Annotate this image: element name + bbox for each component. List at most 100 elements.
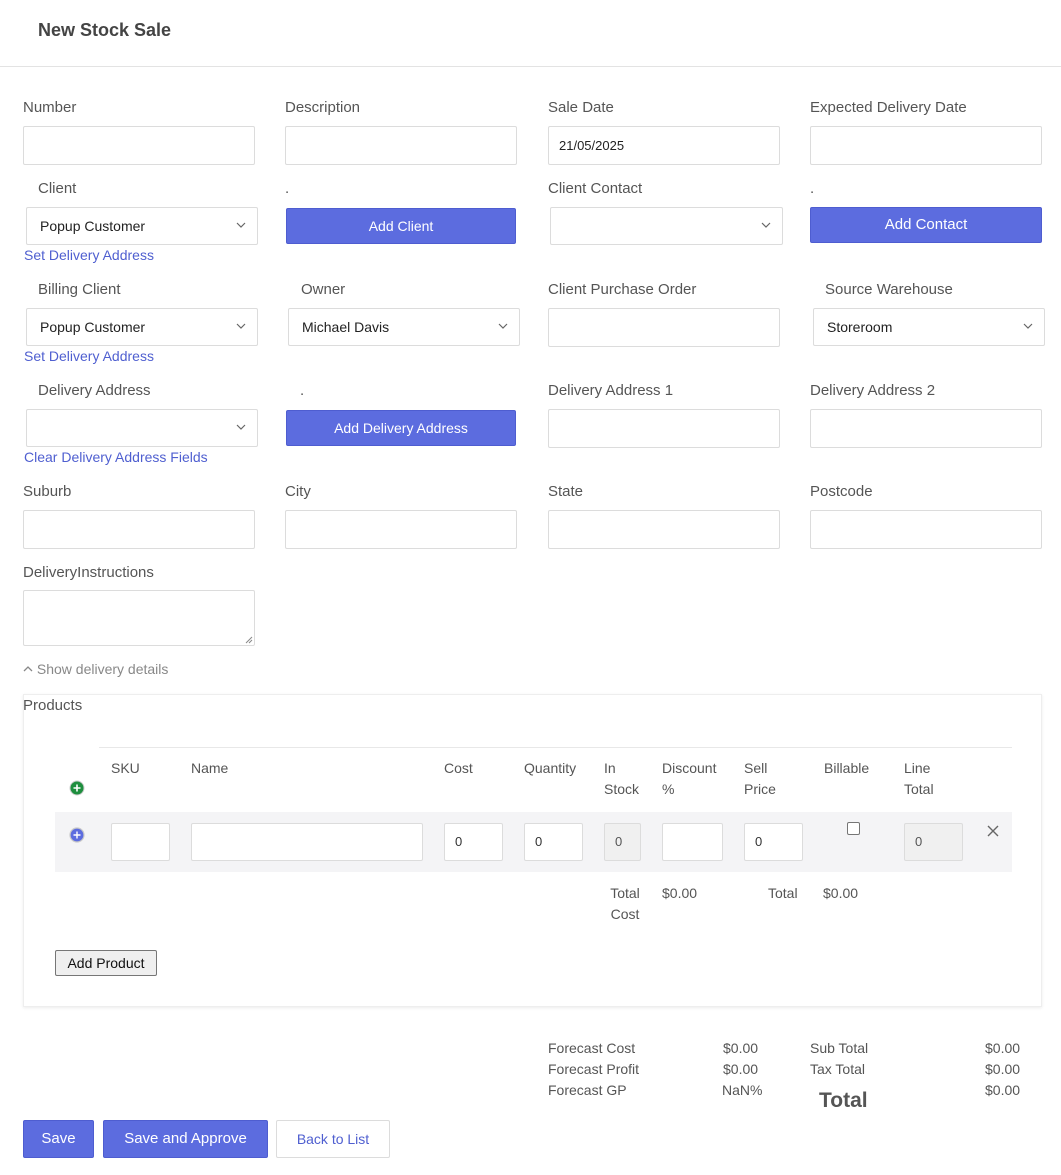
add-delivery-address-button[interactable]: Add Delivery Address xyxy=(286,410,516,446)
city-input[interactable] xyxy=(285,510,517,549)
billing-client-value: Popup Customer xyxy=(40,319,146,335)
cost-input[interactable]: 0 xyxy=(444,823,503,861)
add-client-button[interactable]: Add Client xyxy=(286,208,516,244)
forecast-cost-label: Forecast Cost xyxy=(548,1040,636,1056)
col-line-total: Line Total xyxy=(904,758,934,800)
col-sell-price-line2: Price xyxy=(744,781,776,797)
expected-delivery-date-input[interactable] xyxy=(810,126,1042,165)
grand-total-label: Total xyxy=(819,1089,868,1112)
table-row: 0 0 0 0 0 xyxy=(55,812,1012,872)
col-sku: SKU xyxy=(111,760,140,776)
sku-input[interactable] xyxy=(111,823,170,861)
billing-client-select[interactable]: Popup Customer xyxy=(26,308,258,346)
total-cost-label-line2: Cost xyxy=(610,906,640,922)
forecast-gp-value: NaN% xyxy=(722,1082,763,1098)
add-contact-button[interactable]: Add Contact xyxy=(810,207,1042,243)
sub-total-value: $0.00 xyxy=(985,1040,1021,1056)
state-input[interactable] xyxy=(548,510,780,549)
col-discount: Discount % xyxy=(662,758,716,800)
line-total-value: 0 xyxy=(904,823,963,861)
postcode-input[interactable] xyxy=(810,510,1042,549)
state-label: State xyxy=(548,483,584,500)
owner-value: Michael Davis xyxy=(302,319,390,335)
insert-row-plus-icon[interactable] xyxy=(69,827,85,843)
client-purchase-order-label: Client Purchase Order xyxy=(548,281,697,298)
quantity-input[interactable]: 0 xyxy=(524,823,583,861)
client-purchase-order-input[interactable] xyxy=(548,308,780,347)
owner-select[interactable]: Michael Davis xyxy=(288,308,520,346)
total-cost-value: $0.00 xyxy=(662,885,698,901)
delivery-address-1-input[interactable] xyxy=(548,409,780,448)
client-select-value: Popup Customer xyxy=(40,218,146,234)
delivery-address-2-input[interactable] xyxy=(810,409,1042,448)
owner-label: Owner xyxy=(301,281,346,298)
source-warehouse-value: Storeroom xyxy=(827,319,893,335)
chevron-down-icon xyxy=(1023,323,1033,329)
add-delivery-address-dot: . xyxy=(300,382,305,399)
source-warehouse-select[interactable]: Storeroom xyxy=(813,308,1045,346)
delivery-address-1-label: Delivery Address 1 xyxy=(548,382,674,399)
textarea-resize-handle-icon[interactable] xyxy=(245,636,253,644)
products-total-label: Total xyxy=(768,885,798,901)
close-icon[interactable] xyxy=(987,825,999,837)
chevron-down-icon xyxy=(236,323,246,329)
description-label: Description xyxy=(285,99,361,116)
suburb-label: Suburb xyxy=(23,483,72,500)
products-total-value: $0.00 xyxy=(823,885,859,901)
sell-price-input[interactable]: 0 xyxy=(744,823,803,861)
chevron-down-icon xyxy=(498,323,508,329)
save-and-approve-button[interactable]: Save and Approve xyxy=(103,1120,268,1158)
page-header: New Stock Sale xyxy=(0,0,1061,67)
number-input[interactable] xyxy=(23,126,255,165)
chevron-down-icon xyxy=(761,222,771,228)
chevron-up-icon xyxy=(23,665,33,672)
add-product-button[interactable]: Add Product xyxy=(55,950,157,976)
add-row-plus-icon[interactable] xyxy=(69,780,85,796)
col-cost: Cost xyxy=(444,760,473,776)
forecast-profit-label: Forecast Profit xyxy=(548,1061,640,1077)
show-delivery-details-label: Show delivery details xyxy=(36,661,169,677)
tax-total-label: Tax Total xyxy=(810,1061,865,1077)
tax-total-value: $0.00 xyxy=(985,1061,1021,1077)
client-select[interactable]: Popup Customer xyxy=(26,207,258,245)
client-contact-select[interactable] xyxy=(550,207,783,245)
sale-date-input[interactable]: 21/05/2025 xyxy=(548,126,780,165)
show-delivery-details-toggle[interactable]: Show delivery details xyxy=(23,661,168,677)
client-contact-label: Client Contact xyxy=(548,180,643,197)
add-client-dot: . xyxy=(285,180,290,197)
clear-delivery-address-fields-link[interactable]: Clear Delivery Address Fields xyxy=(24,449,208,465)
add-contact-dot: . xyxy=(810,180,815,197)
sale-date-label: Sale Date xyxy=(548,99,614,116)
col-in-stock-line2: Stock xyxy=(604,781,640,797)
delivery-address-select[interactable] xyxy=(26,409,258,447)
source-warehouse-label: Source Warehouse xyxy=(825,281,953,298)
discount-input[interactable] xyxy=(662,823,723,861)
sub-total-label: Sub Total xyxy=(810,1040,869,1056)
save-button[interactable]: Save xyxy=(23,1120,94,1158)
client-label: Client xyxy=(38,180,77,197)
col-sell-price: Sell Price xyxy=(744,758,776,800)
suburb-input[interactable] xyxy=(23,510,255,549)
set-delivery-address-link[interactable]: Set Delivery Address xyxy=(24,247,154,263)
col-quantity: Quantity xyxy=(524,760,577,776)
delivery-address-label: Delivery Address xyxy=(38,382,151,399)
products-panel: Products SKU Name Cost Quantity In Stock… xyxy=(23,694,1042,1007)
page-title: New Stock Sale xyxy=(38,20,172,40)
set-delivery-address-link-2[interactable]: Set Delivery Address xyxy=(24,348,154,364)
back-to-list-button[interactable]: Back to List xyxy=(276,1120,390,1158)
col-in-stock-line1: In xyxy=(604,760,616,776)
grand-total-value: $0.00 xyxy=(985,1082,1021,1098)
col-discount-line1: Discount xyxy=(662,760,717,776)
in-stock-value: 0 xyxy=(604,823,641,861)
products-title: Products xyxy=(23,697,83,714)
billable-checkbox[interactable] xyxy=(847,822,860,835)
total-cost-label-line1: Total xyxy=(610,885,640,901)
product-name-input[interactable] xyxy=(191,823,423,861)
col-line-total-line2: Total xyxy=(904,781,934,797)
col-in-stock: In Stock xyxy=(604,758,639,800)
forecast-profit-value: $0.00 xyxy=(723,1061,759,1077)
delivery-instructions-textarea[interactable] xyxy=(23,590,255,646)
description-input[interactable] xyxy=(285,126,517,165)
col-sell-price-line1: Sell xyxy=(744,760,768,776)
col-billable: Billable xyxy=(824,760,870,776)
